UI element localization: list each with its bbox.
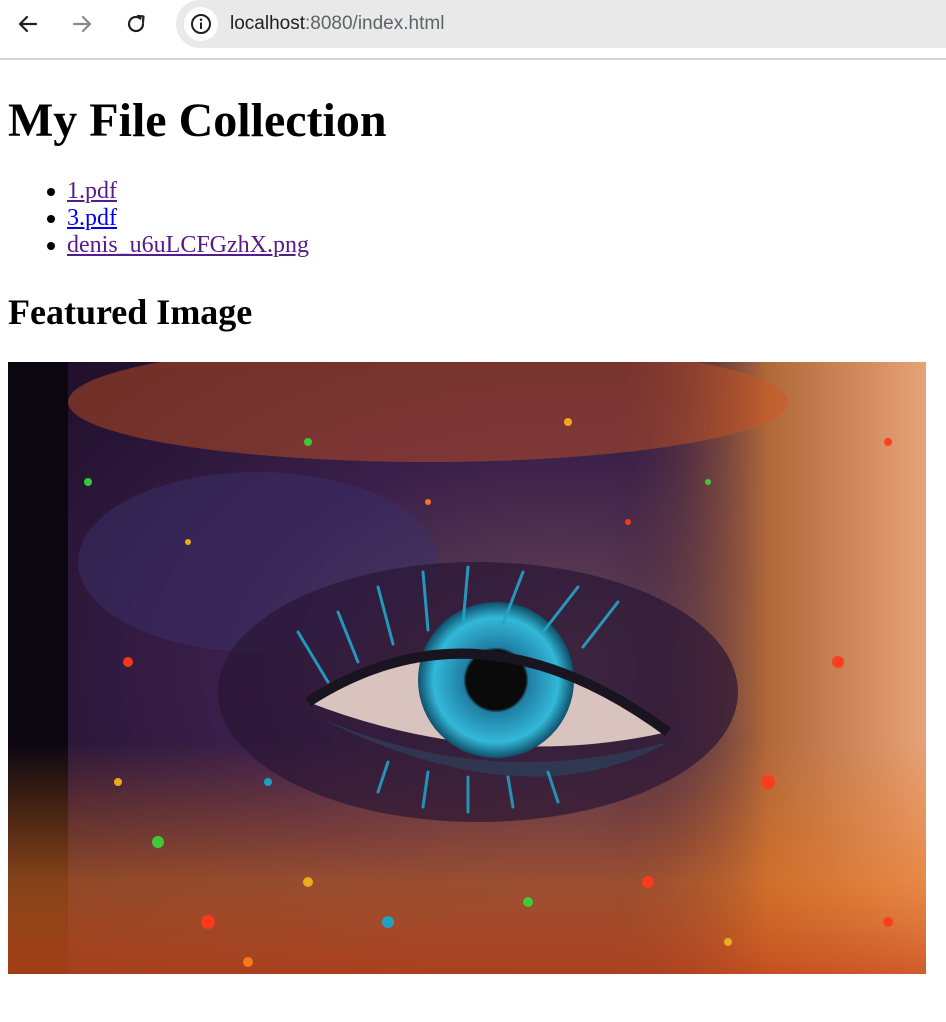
site-info-icon[interactable] [184,7,218,41]
forward-button[interactable] [66,8,98,40]
url-text[interactable]: localhost:8080/index.html [230,13,444,35]
reload-button[interactable] [120,8,152,40]
featured-heading: Featured Image [8,292,253,332]
info-circle-icon [191,14,211,34]
eye-photo-illustration [8,362,926,974]
arrow-left-icon [18,15,38,33]
url-host: localhost [230,13,305,34]
url-path: :8080/index.html [305,13,445,34]
file-link-3-pdf[interactable]: 3.pdf [67,205,117,231]
list-item: 1.pdf [8,178,608,205]
featured-image [8,362,926,974]
file-list: 1.pdf 3.pdf denis_u6uLCFGzhX.png [8,178,608,259]
back-button[interactable] [12,8,44,40]
list-item: 3.pdf [8,205,608,232]
reload-icon [127,14,145,33]
file-link-1-pdf[interactable]: 1.pdf [67,178,117,204]
list-item: denis_u6uLCFGzhX.png [8,232,608,259]
browser-toolbar: localhost:8080/index.html [0,0,946,60]
file-link-png[interactable]: denis_u6uLCFGzhX.png [67,232,309,258]
page-title: My File Collection [8,94,387,147]
address-bar[interactable]: localhost:8080/index.html [176,0,946,48]
arrow-right-icon [72,15,92,33]
